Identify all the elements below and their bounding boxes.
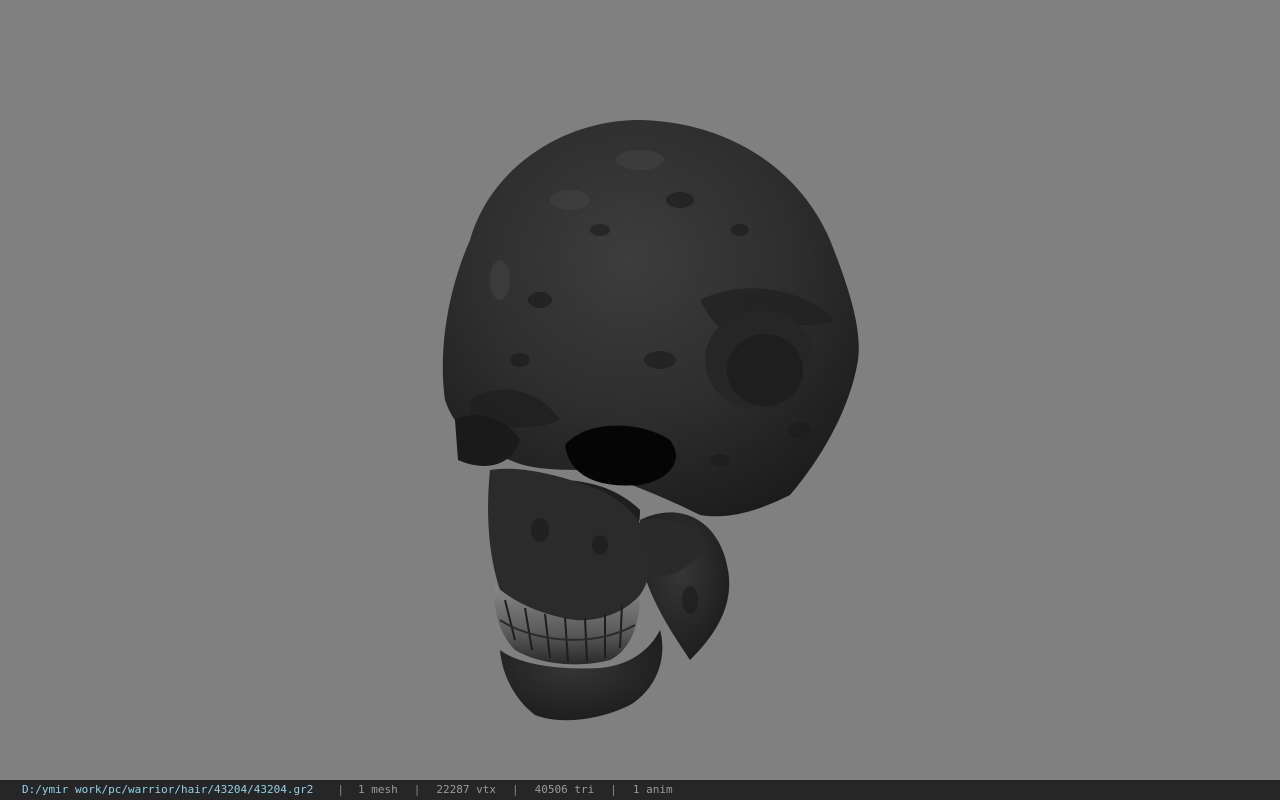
eye-socket bbox=[565, 425, 676, 486]
separator: | bbox=[413, 783, 421, 796]
separator: | bbox=[512, 783, 519, 796]
vertex-count: 22287 vtx bbox=[436, 783, 497, 796]
animation-count: 1 anim bbox=[632, 783, 673, 796]
status-bar: D:/ymir work/pc/warrior/hair/43204/43204… bbox=[0, 780, 1280, 800]
separator: | bbox=[610, 783, 617, 796]
separator: | bbox=[337, 783, 345, 796]
skull-model[interactable] bbox=[0, 0, 1280, 780]
mesh-count: 1 mesh bbox=[358, 783, 398, 796]
triangle-count: 40506 tri bbox=[534, 783, 595, 796]
3d-viewport[interactable] bbox=[0, 0, 1280, 780]
file-path: D:/ymir work/pc/warrior/hair/43204/43204… bbox=[22, 783, 314, 796]
